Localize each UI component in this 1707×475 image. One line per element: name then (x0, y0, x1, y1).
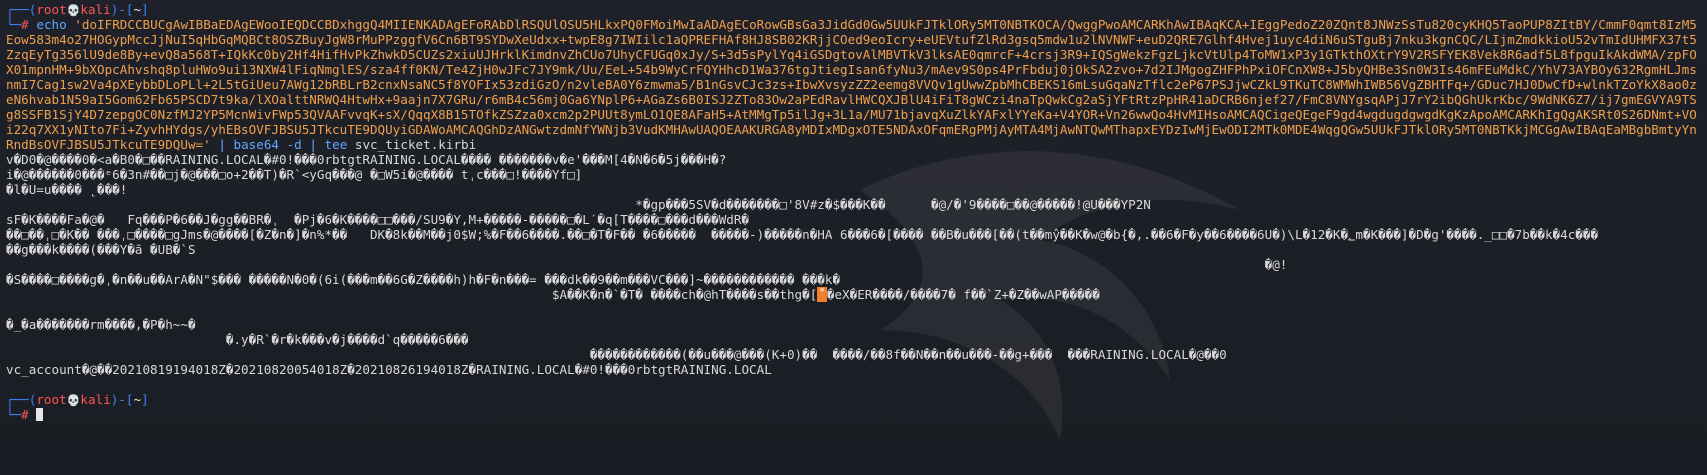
prompt-line-top: ┌──(root💀kali)-[~] (6, 392, 1699, 407)
active-prompt-line[interactable]: └─# (6, 407, 1699, 422)
prompt-close: ] (141, 2, 149, 17)
prompt-separator: )-[ (110, 392, 134, 407)
output-line: sF�K����Fa�@� Fq���P�6��J�gg��BR�ˌ �Pj�6… (6, 212, 750, 227)
terminal-window[interactable]: ┌──(root💀kali)-[~] └─# echo 'doIFRDCCBUC… (0, 0, 1707, 475)
output-line: i�@������0���ᵉ6�3n#��□j�@���□o+2��T)�R`<… (6, 167, 583, 182)
output-line: ������������(��u���@���(K+0)�� ����/��8f… (6, 347, 1227, 362)
output-line: �S����□����g�ˌ�n��u��ArA�N"$��� �����N�0… (6, 272, 841, 287)
prompt-user: root (36, 2, 67, 17)
output-line: *�gp���5SV�d�������□'8V#z�$���K�� �@/�'9… (6, 197, 1151, 212)
prompt-close: ] (141, 392, 149, 407)
output-line: ��g���k����(���Y�ã �UB�`S (6, 242, 196, 257)
command-line: └─# echo 'doIFRDCCBUCgAwIBBaEDAgEWooIEQD… (6, 17, 1699, 152)
command-pipe: | (218, 137, 226, 152)
output-line-highlighted: $A��K�n�`�T� ����ch�@hT����s��thg�[˚�eX�… (6, 287, 1100, 302)
prompt-symbol: # (21, 407, 29, 422)
output-blank-line (6, 302, 1699, 317)
output-line: v�D0�@����0�<a�B0�□��RAINING.LOCAL�#0!��… (6, 152, 727, 167)
prompt-corner-bottom: └─ (6, 407, 22, 422)
prompt-user: root (36, 392, 67, 407)
skull-icon: 💀 (66, 4, 81, 17)
terminal-output[interactable]: ┌──(root💀kali)-[~] └─# echo 'doIFRDCCBUC… (6, 2, 1699, 422)
command-echo: echo (36, 17, 67, 32)
prompt-host: kali (80, 392, 111, 407)
prompt-separator: )-[ (110, 2, 134, 17)
highlighted-glyph: ˚ (817, 287, 827, 302)
prompt-corner: ┌──( (6, 392, 37, 407)
prompt-line-top: ┌──(root💀kali)-[~] (6, 2, 1699, 17)
prompt-path: ~ (133, 2, 142, 17)
prompt-corner-bottom: └─ (6, 17, 22, 32)
output-line-account: vc_account�@��20210819194018Z�2021082005… (6, 362, 772, 377)
output-line: ��□��ˌ□�K�� ���ˌ□����□gJms�@����[�Z�n�]�… (6, 227, 1599, 242)
command-tee-argument: svc_ticket.kirbi (354, 137, 477, 152)
prompt-host: kali (80, 2, 111, 17)
prompt-corner: ┌──( (6, 2, 37, 17)
prompt-path: ~ (133, 392, 142, 407)
output-line: �.y�R`�r�k���v�j����d`q�����6��� (6, 332, 469, 347)
output-line: �l�U=u���� ˛���! (6, 182, 128, 197)
command-string-literal: 'doIFRDCCBUCgAwIBBaEDAgEWooIEQDCCBDxhggQ… (6, 17, 1697, 152)
text-cursor[interactable] (36, 408, 44, 421)
skull-icon: 💀 (66, 394, 81, 407)
command-pipe: | (309, 137, 317, 152)
prompt-symbol: # (21, 17, 29, 32)
command-base64: base64 -d (233, 137, 302, 152)
command-tee: tee (324, 137, 348, 152)
output-line: �_�a�������rm����,�P�h~~� (6, 317, 196, 332)
output-line: �@! (6, 257, 1288, 272)
